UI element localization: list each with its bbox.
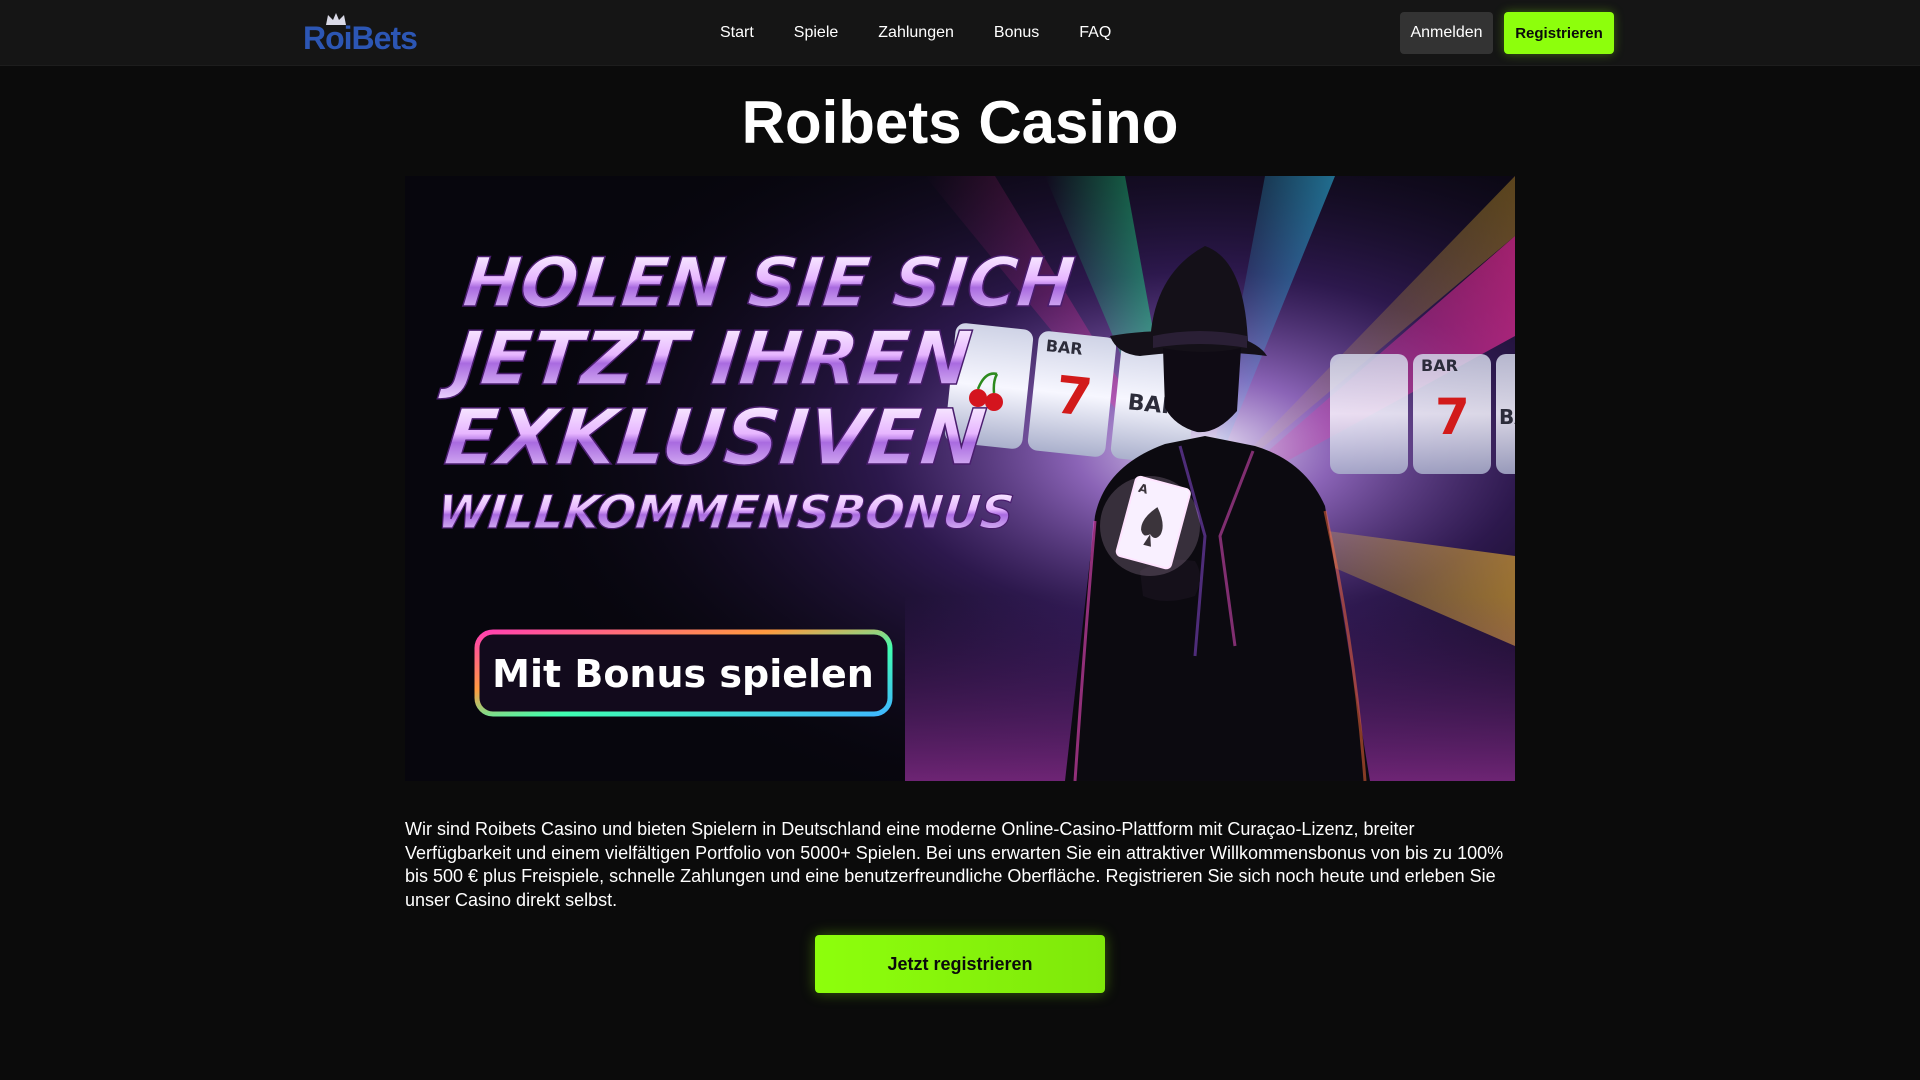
nav-faq[interactable]: FAQ	[1059, 0, 1131, 66]
welcome-bonus-banner[interactable]: 7 BAR BAR 7 BAR BAR	[405, 176, 1515, 781]
roibets-logo[interactable]: RoiBets	[303, 12, 433, 54]
register-button[interactable]: Registrieren	[1504, 12, 1614, 54]
headline-line-2: JETZT IHREN	[436, 316, 975, 402]
nav-bonus[interactable]: Bonus	[974, 0, 1059, 66]
nav-zahlungen[interactable]: Zahlungen	[858, 0, 974, 66]
reel-symbol-seven-right: 7	[1435, 388, 1470, 446]
reel-symbol-bar-edge: BAR	[1499, 405, 1515, 429]
headline-line-4: WILLKOMMENSBONUS	[435, 485, 1016, 539]
intro-paragraph: Wir sind Roibets Casino und bieten Spiel…	[405, 819, 1504, 911]
logo-text: RoiBets	[303, 20, 418, 56]
slot-reels-right: 7 BAR BAR	[1330, 354, 1515, 474]
nav-spiele[interactable]: Spiele	[774, 0, 858, 66]
register-now-button[interactable]: Jetzt registrieren	[815, 935, 1105, 993]
bonus-play-button[interactable]: Mit Bonus spielen	[474, 629, 893, 717]
top-navigation-bar: RoiBets Start Spiele Zahlungen Bonus FAQ…	[0, 0, 1920, 66]
main-nav: Start Spiele Zahlungen Bonus FAQ	[700, 0, 1131, 66]
login-button[interactable]: Anmelden	[1400, 12, 1493, 54]
reel-symbol-seven: 7	[1053, 365, 1095, 428]
headline-line-3: EXKLUSIVEN	[441, 393, 990, 483]
crown-icon	[326, 13, 346, 25]
reel-symbol-bar-top: BAR	[1045, 336, 1084, 359]
reel-symbol-bar-right: BAR	[1421, 356, 1458, 375]
bonus-play-button-label: Mit Bonus spielen	[492, 652, 874, 696]
page-title: Roibets Casino	[741, 89, 1179, 156]
nav-start[interactable]: Start	[700, 0, 774, 66]
headline-line-1: HOLEN SIE SICH	[460, 244, 1079, 323]
banner-artwork: 7 BAR BAR 7 BAR BAR	[405, 176, 1515, 781]
